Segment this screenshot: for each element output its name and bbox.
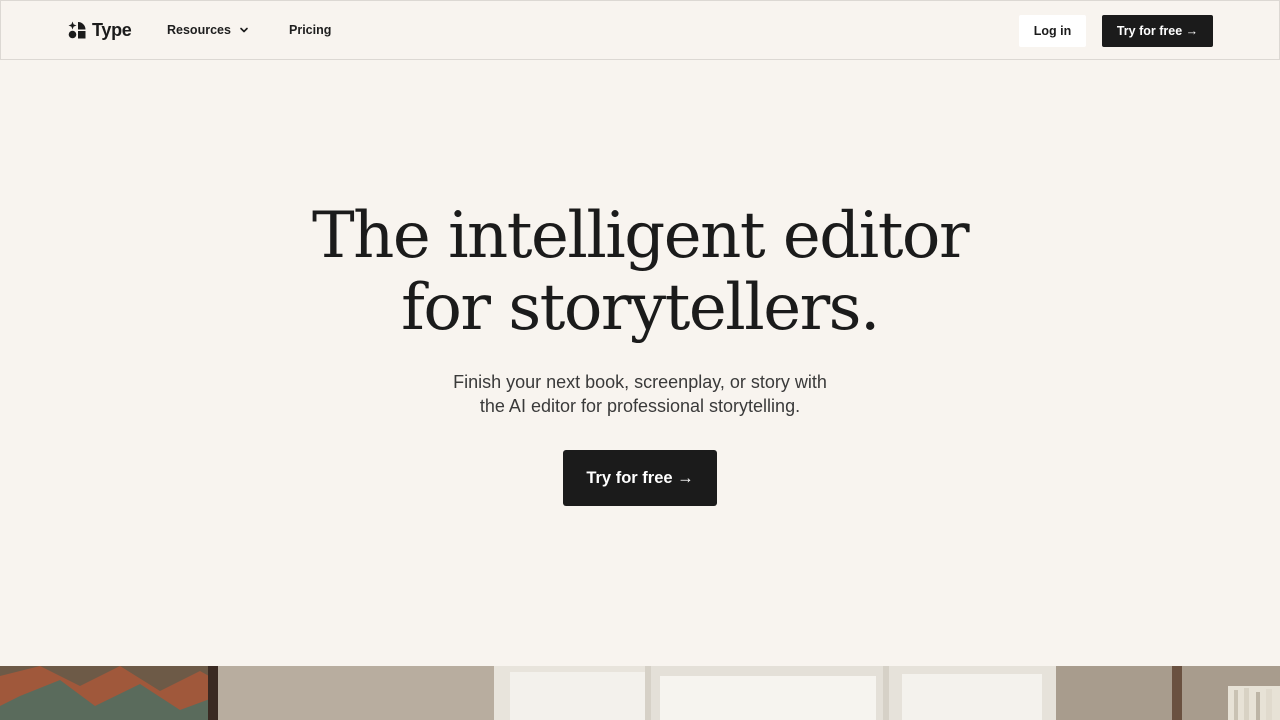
nav-pricing-label: Pricing — [289, 23, 332, 37]
nav-resources-label: Resources — [167, 23, 231, 37]
type-logo-icon — [68, 21, 86, 39]
hero-headline-line-1: The intelligent editor — [311, 199, 970, 273]
hero-photo — [0, 666, 1280, 720]
hero-subtitle-line-2: the AI editor for professional storytell… — [479, 396, 801, 416]
hero-headline-line-2: for storytellers. — [401, 271, 880, 345]
hero-try-for-free-button[interactable]: Try for free → — [563, 450, 717, 506]
chevron-down-icon — [240, 27, 248, 33]
top-navbar: Type Resources Pricing Log in Try for fr… — [0, 0, 1280, 60]
login-button-label: Log in — [1033, 24, 1072, 38]
login-button[interactable]: Log in — [1019, 15, 1086, 47]
nav-pricing-link[interactable]: Pricing — [289, 22, 331, 38]
hero-subtitle-line-1: Finish your next book, screenplay, or st… — [453, 372, 827, 392]
hero-try-for-free-label: Try for free → — [586, 468, 694, 487]
hero-headline: The intelligent editor for storytellers. — [0, 200, 1280, 344]
brand-logo-link[interactable]: Type — [68, 20, 132, 40]
page: Type Resources Pricing Log in Try for fr… — [0, 0, 1280, 720]
nav-try-for-free-label: Try for free → — [1116, 24, 1199, 38]
hero-subtitle: Finish your next book, screenplay, or st… — [0, 370, 1280, 418]
nav-try-for-free-button[interactable]: Try for free → — [1102, 15, 1213, 47]
room-photo-image — [0, 666, 1280, 720]
nav-resources-dropdown[interactable]: Resources — [167, 22, 249, 38]
brand-name: Type — [92, 20, 132, 40]
